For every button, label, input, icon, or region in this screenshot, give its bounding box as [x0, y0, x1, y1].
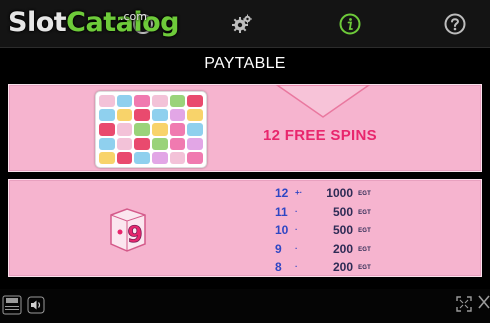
pay-value: 200 — [332, 241, 353, 256]
pay-row: 12 +· 1000 EGT — [271, 184, 381, 203]
bottom-bar — [0, 289, 490, 323]
free-spins-text: 12 FREE SPINS — [263, 127, 377, 144]
pay-separator: · — [295, 206, 298, 216]
pay-row: 9 · 200 EGT — [271, 240, 381, 259]
pay-value: 500 — [332, 204, 353, 219]
pay-unit: EGT — [358, 265, 371, 272]
down-arrow-icon — [274, 84, 372, 119]
free-spins-trigger-panel: 12 FREE SPINS — [8, 84, 482, 172]
scatter-die-9-icon: 9 — [105, 206, 151, 254]
pay-separator: · — [295, 225, 298, 235]
more-games-icon[interactable] — [2, 295, 22, 315]
pay-separator: +· — [295, 188, 303, 197]
pay-value: 500 — [332, 223, 353, 238]
page-title: PAYTABLE — [204, 55, 286, 72]
pay-count: 12 — [275, 186, 289, 200]
close-icon[interactable] — [477, 294, 490, 310]
pay-table: 12 +· 1000 EGT 11 · 500 EGT 10 · 500 EGT… — [271, 184, 381, 277]
info-icon[interactable] — [339, 13, 361, 35]
pay-unit: EGT — [358, 228, 371, 235]
symbol-paytable-panel: 9 12 +· 1000 EGT 11 · 500 EGT 10 · 500 E… — [8, 179, 482, 277]
pay-unit: EGT — [358, 246, 371, 253]
pay-unit: EGT — [358, 191, 371, 197]
pay-count: 11 — [275, 204, 288, 219]
pay-separator: · — [295, 262, 298, 272]
pay-count: 8 — [275, 260, 282, 275]
top-bar: SlotCatalog .com — [0, 0, 490, 48]
pay-value: 1000 — [326, 186, 353, 200]
pay-row: 8 · 200 EGT — [271, 258, 381, 277]
watermark-part1: Slot — [8, 7, 67, 38]
fullscreen-icon[interactable] — [456, 296, 472, 312]
settings-icon[interactable] — [231, 13, 253, 35]
scatter-grid-thumbnail — [95, 91, 207, 168]
watermark-suffix: .com — [120, 10, 147, 23]
sound-icon[interactable] — [27, 296, 45, 314]
slotcatalog-watermark: SlotCatalog .com — [8, 6, 179, 40]
help-icon[interactable] — [444, 13, 466, 35]
pay-unit: EGT — [358, 209, 371, 216]
pay-count: 10 — [275, 223, 289, 238]
pay-separator: · — [295, 243, 298, 253]
svg-text:9: 9 — [127, 223, 142, 248]
pay-row: 11 · 500 EGT — [271, 203, 381, 222]
pay-value: 200 — [332, 260, 353, 275]
pay-row: 10 · 500 EGT — [271, 221, 381, 240]
pay-count: 9 — [275, 241, 282, 256]
